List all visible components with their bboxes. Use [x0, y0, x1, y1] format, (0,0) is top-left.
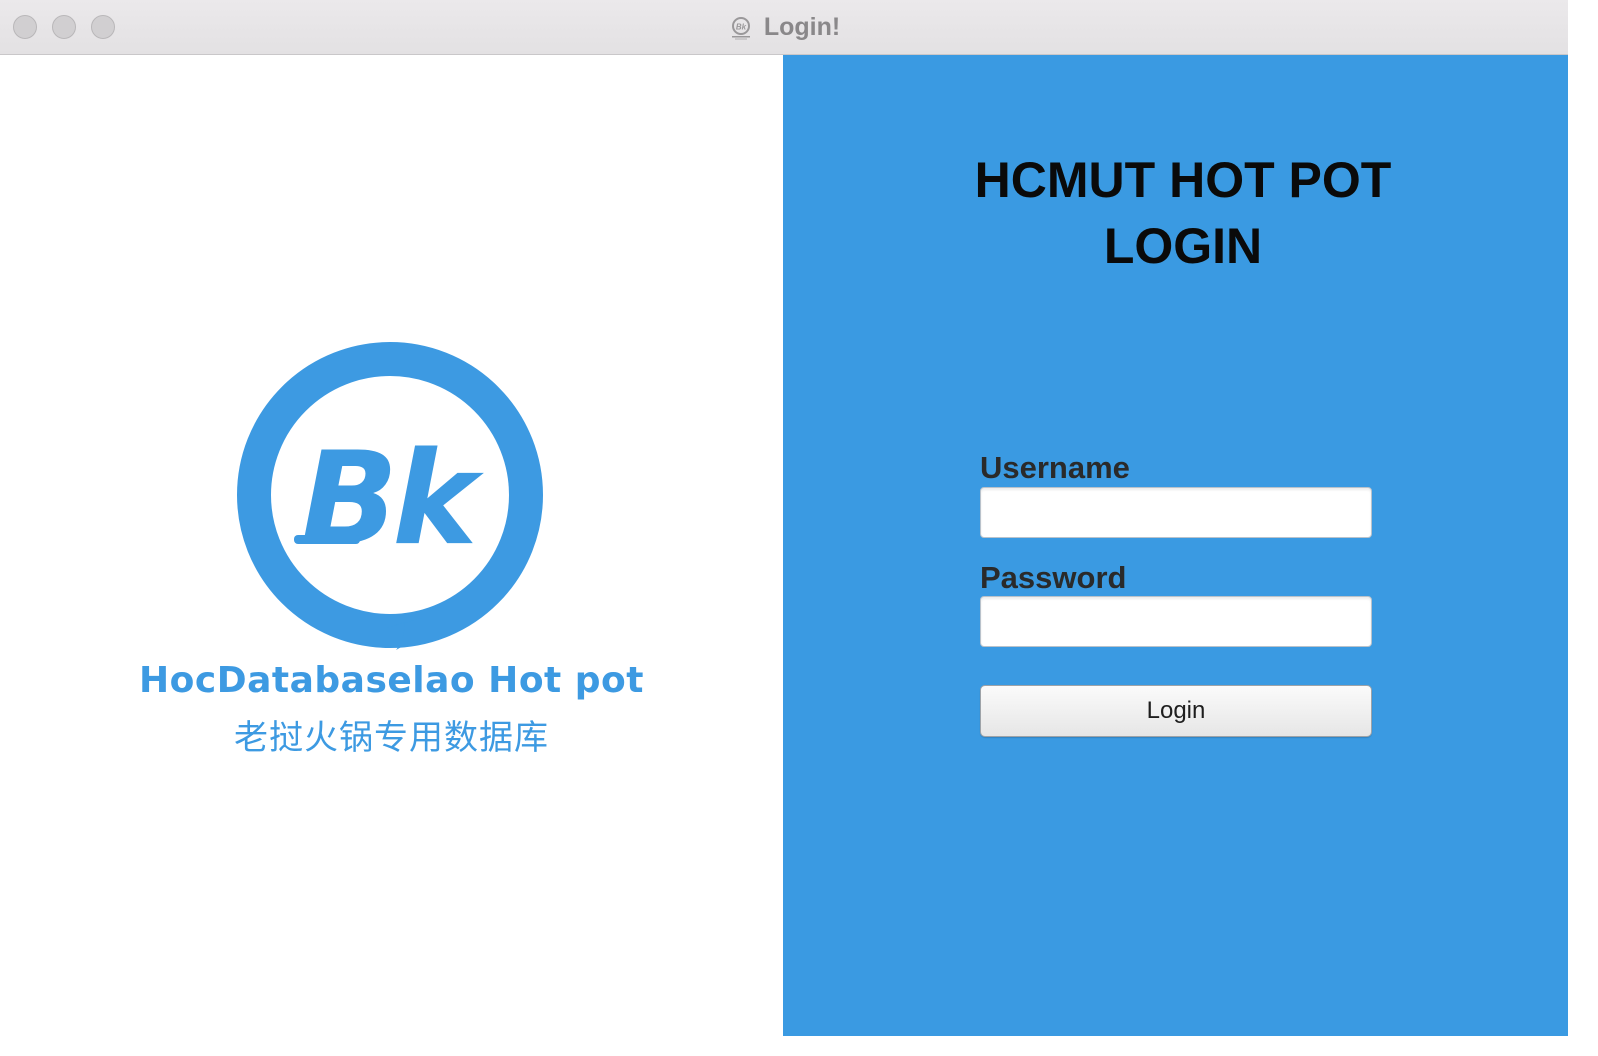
- page-title-line-2: LOGIN: [1103, 218, 1263, 274]
- page-title-line-1: HCMUT HOT POT: [974, 152, 1392, 208]
- bk-logo-icon: Bk: [237, 342, 543, 650]
- svg-text:Bk: Bk: [736, 22, 747, 31]
- brand-subtitle: 老挝火锅专用数据库: [234, 718, 549, 758]
- password-label: Password: [980, 560, 1127, 595]
- login-button[interactable]: Login: [980, 685, 1372, 737]
- brand-name: HocDatabaselao Hot pot: [139, 660, 644, 701]
- login-form-panel: HCMUT HOT POT LOGIN Username Password Lo…: [783, 55, 1568, 1036]
- branding-panel: Bk HocDatabaselao Hot pot 老挝火锅专用数据库: [0, 55, 783, 1036]
- window-title-group: Bk Login!: [0, 0, 1568, 55]
- window-title: Login!: [763, 13, 841, 41]
- page-title: HCMUT HOT POT LOGIN: [923, 147, 1443, 279]
- username-field[interactable]: [980, 487, 1372, 538]
- title-bar: Bk Login!: [0, 0, 1568, 55]
- svg-text:Bk: Bk: [301, 425, 485, 574]
- login-button-label: Login: [1146, 697, 1206, 724]
- login-window: Bk Login! Bk HocDatabaselao Hot pot 老挝火锅…: [0, 0, 1568, 1036]
- password-field[interactable]: [980, 596, 1372, 647]
- bk-logo-icon: Bk: [731, 16, 750, 39]
- username-label: Username: [980, 450, 1130, 485]
